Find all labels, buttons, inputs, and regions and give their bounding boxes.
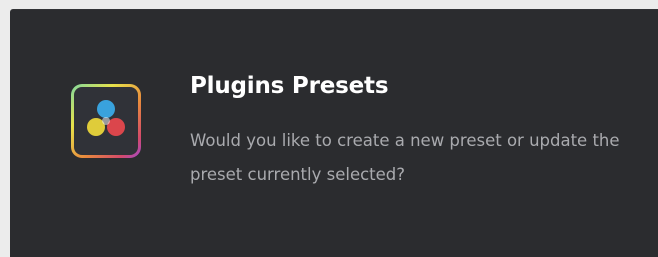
plugins-presets-dialog: Plugins Presets Would you like to create… bbox=[10, 9, 658, 257]
dialog-message: Would you like to create a new preset or… bbox=[190, 131, 620, 184]
dialog-title: Plugins Presets bbox=[190, 73, 389, 99]
davinci-resolve-icon bbox=[71, 84, 141, 158]
